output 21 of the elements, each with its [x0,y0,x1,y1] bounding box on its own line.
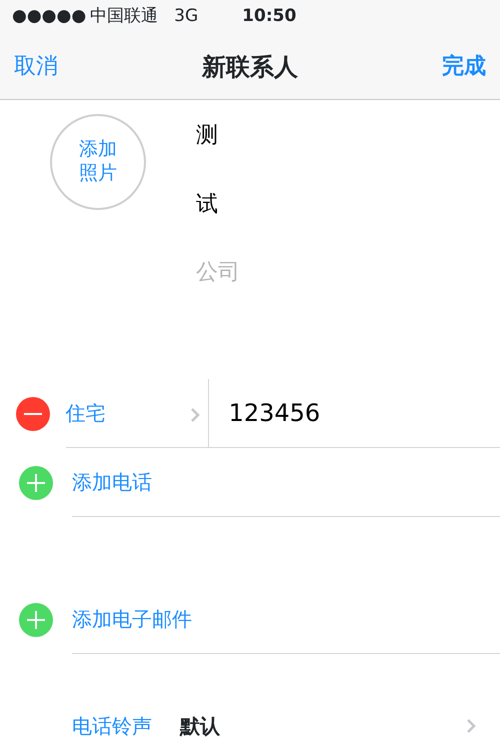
setting-value: 默认 [180,713,221,740]
carrier-name: 中国联通 [90,5,158,28]
status-time: 10:50 [242,5,296,28]
phone-label-button[interactable]: 住宅 [66,379,208,447]
add-photo-button[interactable]: 添加 照片 [50,114,146,210]
done-button[interactable]: 完成 [442,50,486,84]
add-row-label[interactable]: 添加电话 [72,467,152,497]
remove-icon[interactable] [16,396,50,430]
add-icon[interactable] [19,466,53,500]
cancel-button[interactable]: 取消 [14,50,58,84]
add-row-label[interactable]: 添加电子邮件 [72,604,192,634]
page-title: 新联系人 [202,52,298,83]
text-field[interactable]: 公司 [196,238,500,307]
add-icon[interactable] [19,602,53,636]
setting-label[interactable]: 电话铃声 [72,711,152,741]
signal-strength: ●●●●● [12,5,86,28]
network-type: 3G [174,5,198,28]
phone-number-field[interactable]: 123456 [208,379,500,447]
chevron-icon [466,718,476,734]
text-field[interactable]: 试 [196,169,500,238]
text-field[interactable]: 测 [196,100,500,169]
